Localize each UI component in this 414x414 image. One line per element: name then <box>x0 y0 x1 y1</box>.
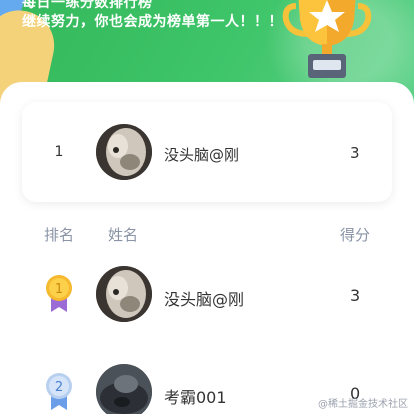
my-rank-card: 1 没头脑@刚 3 <box>22 102 392 202</box>
row-name: 考霸001 <box>164 388 227 407</box>
avatar <box>96 124 152 180</box>
column-header-rank: 排名 <box>44 226 75 244</box>
column-header-name: 姓名 <box>108 226 139 244</box>
banner-subtitle: 继续努力，你也会成为榜单第一人！！！ <box>22 14 283 30</box>
avatar <box>96 266 152 322</box>
silver-medal-icon: 2 <box>46 373 72 410</box>
my-rank-number: 1 <box>54 144 64 160</box>
watermark: @稀土掘金技术社区 <box>318 399 408 410</box>
my-score: 3 <box>350 144 360 162</box>
trophy-icon <box>282 0 372 78</box>
banner-title: 每日一练分数排行榜 <box>22 0 153 11</box>
avatar <box>96 364 152 414</box>
row-score: 3 <box>350 286 361 305</box>
row-name: 没头脑@刚 <box>164 290 245 309</box>
column-header-score: 得分 <box>340 226 371 244</box>
medal-rank-label: 1 <box>55 282 63 297</box>
my-name: 没头脑@刚 <box>164 146 240 164</box>
gold-medal-icon: 1 <box>46 275 72 312</box>
medal-rank-label: 2 <box>55 380 63 395</box>
banner-text: 每日一练分数排行榜 继续努力，你也会成为榜单第一人！！！ <box>22 0 283 32</box>
table-header: 排名 姓名 得分 <box>0 224 414 246</box>
table-row[interactable]: 1 没头脑@刚 3 <box>0 266 414 328</box>
